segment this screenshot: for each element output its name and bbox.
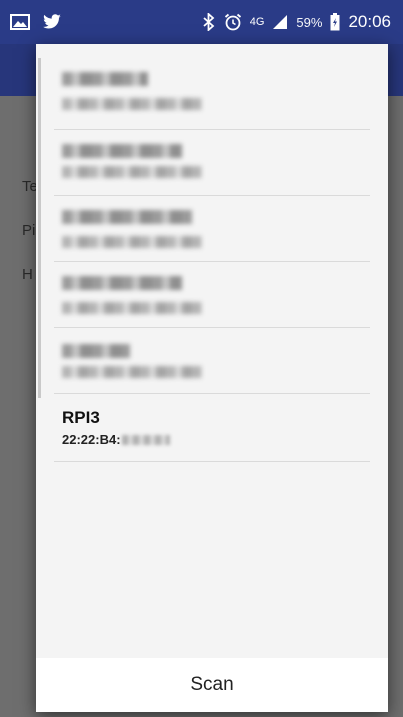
app-label-2: Pi <box>22 222 36 239</box>
device-picker-dialog: RPI3 22:22:B4: Scan <box>36 44 388 712</box>
device-item[interactable] <box>54 130 370 196</box>
network-type: 4G <box>249 15 265 28</box>
redacted-device-name <box>62 210 192 224</box>
device-item-rpi3[interactable]: RPI3 22:22:B4: <box>54 394 370 462</box>
status-bar: 4G 59% 20:06 <box>0 0 403 44</box>
device-address: 22:22:B4: <box>62 432 170 447</box>
device-address-text: 22:22:B4: <box>62 432 121 447</box>
redacted-device-name <box>62 72 148 86</box>
twitter-icon <box>42 14 62 30</box>
redacted-address-suffix <box>121 434 170 445</box>
redacted-device-address <box>62 302 202 314</box>
battery-icon <box>330 13 340 31</box>
app-label-3: H <box>22 266 33 283</box>
battery-percent: 59% <box>296 14 323 30</box>
scan-button[interactable]: Scan <box>36 658 388 712</box>
device-item[interactable] <box>54 58 370 130</box>
device-list[interactable]: RPI3 22:22:B4: <box>36 44 388 658</box>
redacted-device-name <box>62 344 130 358</box>
device-item[interactable] <box>54 262 370 328</box>
clock: 20:06 <box>348 12 391 31</box>
scrollbar[interactable] <box>38 58 41 398</box>
bluetooth-icon <box>202 13 216 31</box>
redacted-device-address <box>62 166 202 178</box>
device-name: RPI3 <box>62 408 100 427</box>
gallery-icon <box>10 14 30 30</box>
redacted-device-address <box>62 98 202 110</box>
signal-icon <box>272 14 288 30</box>
redacted-device-address <box>62 236 202 248</box>
alarm-icon <box>224 13 242 31</box>
redacted-device-name <box>62 276 182 290</box>
device-item[interactable] <box>54 196 370 262</box>
redacted-device-address <box>62 366 202 378</box>
device-item[interactable] <box>54 328 370 394</box>
redacted-device-name <box>62 144 182 158</box>
